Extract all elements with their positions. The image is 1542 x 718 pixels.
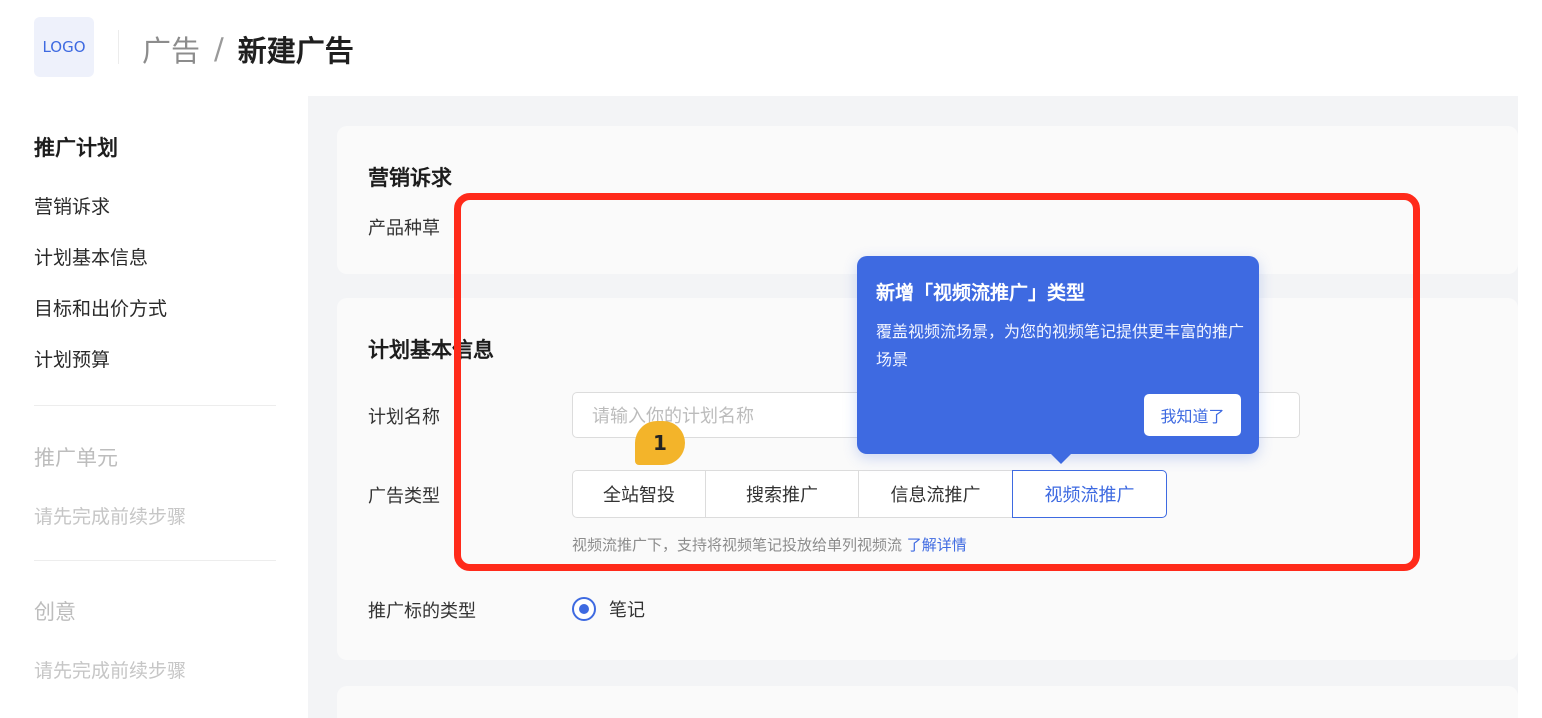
ad-type-label: 广告类型 [368,486,440,507]
sidebar-unit-hint: 请先完成前续步骤 [34,506,187,528]
ad-type-hint-text: 视频流推广下，支持将视频笔记投放给单列视频流 [572,536,903,554]
ad-type-option-video[interactable]: 视频流推广 [1012,470,1167,518]
step-badge-number: 1 [653,431,667,455]
tooltip-body: 覆盖视频流场景，为您的视频笔记提供更丰富的推广场景 [876,322,1245,369]
header-divider [118,30,119,64]
breadcrumb-parent[interactable]: 广告 [142,28,200,70]
ad-type-option-feed[interactable]: 信息流推广 [858,470,1013,518]
marketing-field-label: 产品种草 [368,218,440,239]
sidebar-item-budget[interactable]: 计划预算 [34,345,110,372]
logo-text: LOGO [42,38,86,56]
marketing-card: 营销诉求 产品种草 [337,126,1518,274]
sidebar-item-plan-info[interactable]: 计划基本信息 [34,243,148,270]
top-header: LOGO 广告 / 新建广告 [0,0,1542,96]
tooltip-dismiss-button[interactable]: 我知道了 [1144,394,1241,436]
plan-name-label: 计划名称 [368,407,440,428]
target-type-label: 推广标的类型 [368,601,476,622]
page-title: 新建广告 [237,34,354,68]
ad-type-selector: 全站智投 搜索推广 信息流推广 视频流推广 [572,470,1167,518]
sidebar-section-creative: 创意 [34,600,76,624]
tooltip-title: 新增「视频流推广」类型 [876,282,1086,304]
breadcrumb: 广告 / 新建广告 [142,28,354,70]
next-section-card [337,686,1518,718]
step-badge: 1 [635,421,685,465]
sidebar-item-bidding[interactable]: 目标和出价方式 [34,294,167,321]
ad-type-hint: 视频流推广下，支持将视频笔记投放给单列视频流 了解详情 [572,534,967,555]
sidebar-section-unit: 推广单元 [34,446,118,470]
learn-more-link[interactable]: 了解详情 [907,536,967,554]
breadcrumb-separator: / [214,32,224,66]
sidebar-item-marketing[interactable]: 营销诉求 [34,192,110,219]
note-radio[interactable] [572,597,596,621]
sidebar-section-plan[interactable]: 推广计划 [34,132,118,162]
ad-type-option-all[interactable]: 全站智投 [572,470,706,518]
marketing-title: 营销诉求 [368,166,452,190]
logo[interactable]: LOGO [34,17,94,77]
sidebar-divider [34,560,276,561]
ad-type-option-search[interactable]: 搜索推广 [705,470,859,518]
sidebar-divider [34,405,276,406]
sidebar-nav: 推广计划 营销诉求 计划基本信息 目标和出价方式 计划预算 推广单元 请先完成前… [0,96,308,718]
note-radio-label[interactable]: 笔记 [609,596,645,622]
plan-info-title: 计划基本信息 [368,338,494,362]
sidebar-creative-hint: 请先完成前续步骤 [34,660,187,682]
page-right-margin [1518,0,1542,718]
feature-tooltip: 新增「视频流推广」类型 覆盖视频流场景，为您的视频笔记提供更丰富的推广场景 我知… [857,256,1259,464]
